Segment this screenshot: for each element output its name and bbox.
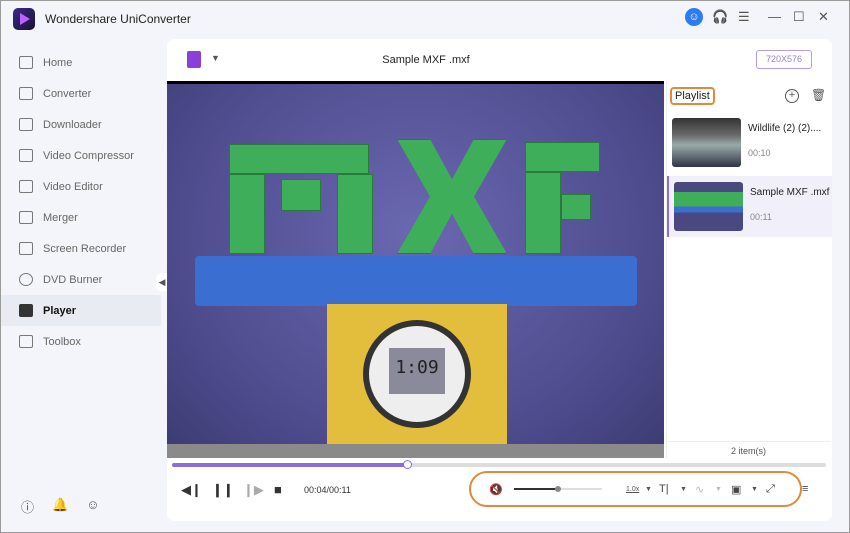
- lego-letter-f: [525, 142, 600, 172]
- sidebar-item-video-compressor[interactable]: Video Compressor: [1, 140, 161, 171]
- playlist-item-name: Wildlife (2) (2)....: [748, 123, 822, 134]
- compress-icon: [19, 149, 33, 162]
- player-icon: [19, 304, 33, 317]
- toolbox-icon: [19, 335, 33, 348]
- lego-letter-m: [229, 174, 265, 254]
- sidebar-item-toolbox[interactable]: Toolbox: [1, 326, 161, 357]
- next-button[interactable]: ❙▶: [243, 482, 264, 498]
- playlist-panel: Playlist + 🗑 Wildlife (2) (2).... 00:10 …: [666, 81, 832, 458]
- previous-button[interactable]: ◀❙: [181, 482, 202, 498]
- title-bar: Wondershare UniConverter ☺ 🎧 ☰ — ☐ ✕: [1, 1, 849, 35]
- app-title: Wondershare UniConverter: [45, 12, 191, 26]
- playlist-item[interactable]: Wildlife (2) (2).... 00:10: [667, 112, 832, 173]
- video-thumbnail: [674, 182, 743, 231]
- home-icon: [19, 56, 33, 69]
- pause-button[interactable]: ❙❙: [212, 482, 234, 498]
- sidebar-item-label: Converter: [43, 87, 92, 100]
- sidebar-item-video-editor[interactable]: Video Editor: [1, 171, 161, 202]
- progress-bar[interactable]: [172, 460, 826, 469]
- sidebar-item-label: DVD Burner: [43, 273, 103, 286]
- disc-icon: [19, 273, 33, 286]
- sidebar-item-label: Home: [43, 56, 73, 69]
- playlist-count: 2 item(s): [666, 441, 831, 456]
- converter-icon: [19, 87, 33, 100]
- playlist-item-duration: 00:11: [750, 212, 772, 222]
- minimize-button[interactable]: —: [768, 9, 781, 24]
- add-to-playlist-icon[interactable]: +: [785, 89, 799, 103]
- volume-fill: [514, 488, 558, 490]
- volume-handle[interactable]: [555, 486, 561, 492]
- feedback-icon[interactable]: ☺: [86, 497, 99, 516]
- sidebar-item-dvd-burner[interactable]: DVD Burner: [1, 264, 161, 295]
- sidebar-item-label: Merger: [43, 211, 78, 224]
- lego-letter-m: [229, 144, 369, 174]
- sidebar-item-screen-recorder[interactable]: Screen Recorder: [1, 233, 161, 264]
- support-icon[interactable]: 🎧: [712, 9, 728, 25]
- sidebar-item-label: Player: [43, 304, 77, 317]
- app-window: Wondershare UniConverter ☺ 🎧 ☰ — ☐ ✕ Hom…: [0, 0, 850, 533]
- progress-fill: [172, 463, 408, 467]
- lego-letter-m: [281, 179, 321, 211]
- screenshot-icon[interactable]: ▣: [731, 483, 741, 496]
- video-thumbnail: [672, 118, 741, 167]
- subtitle-icon[interactable]: T|: [659, 483, 669, 495]
- stop-button[interactable]: ■: [274, 482, 282, 497]
- menu-icon[interactable]: ☰: [738, 9, 750, 25]
- sidebar-footer: ⓘ 🔔 ☺: [21, 497, 99, 516]
- volume-mute-icon[interactable]: 🔇: [489, 483, 503, 496]
- scissors-icon: [19, 180, 33, 193]
- sidebar-item-downloader[interactable]: Downloader: [1, 109, 161, 140]
- video-viewport[interactable]: 1:09: [167, 81, 664, 458]
- lego-letter-x: [397, 139, 507, 254]
- chevron-down-icon[interactable]: ▼: [751, 486, 758, 493]
- clock-display: 1:09: [389, 348, 445, 394]
- video-floor: [167, 444, 664, 458]
- fullscreen-icon[interactable]: ⤢: [766, 483, 775, 496]
- add-file-icon[interactable]: [187, 51, 201, 68]
- app-logo-icon: [13, 8, 35, 30]
- chevron-down-icon[interactable]: ▼: [211, 53, 220, 63]
- chevron-down-icon[interactable]: ▼: [715, 486, 722, 493]
- notification-bell-icon[interactable]: 🔔: [52, 497, 68, 516]
- sidebar: Home Converter Downloader Video Compress…: [1, 47, 161, 357]
- playlist-item-duration: 00:10: [748, 148, 771, 158]
- audio-track-icon[interactable]: ∿: [695, 483, 704, 496]
- chevron-down-icon[interactable]: ▼: [680, 486, 687, 493]
- video-frame: 1:09: [167, 84, 664, 458]
- sidebar-item-player[interactable]: Player: [1, 295, 161, 326]
- merge-icon: [19, 211, 33, 224]
- sidebar-item-label: Downloader: [43, 118, 102, 131]
- clock: 1:09: [363, 320, 471, 428]
- lego-letter-f: [525, 172, 561, 254]
- trash-icon[interactable]: 🗑: [811, 88, 826, 102]
- record-icon: [19, 242, 33, 255]
- playlist-toggle-icon[interactable]: ≡: [802, 483, 808, 495]
- playlist-item-name: Sample MXF .mxf: [750, 187, 830, 198]
- sidebar-item-home[interactable]: Home: [1, 47, 161, 78]
- resolution-badge: 720X576: [756, 50, 812, 69]
- lego-letter-f: [561, 194, 591, 220]
- sidebar-item-label: Toolbox: [43, 335, 81, 348]
- close-button[interactable]: ✕: [818, 9, 829, 25]
- account-icon[interactable]: ☺: [685, 8, 703, 26]
- playlist-title[interactable]: Playlist: [670, 87, 715, 105]
- sidebar-item-converter[interactable]: Converter: [1, 78, 161, 109]
- lego-letter-m: [337, 174, 373, 254]
- sidebar-item-merger[interactable]: Merger: [1, 202, 161, 233]
- download-icon: [19, 118, 33, 131]
- maximize-button[interactable]: ☐: [793, 9, 805, 25]
- lego-base: [195, 256, 637, 306]
- time-display: 00:04/00:11: [304, 485, 351, 495]
- volume-slider[interactable]: [514, 486, 602, 492]
- speed-button[interactable]: 1.0x: [626, 486, 639, 493]
- sidebar-item-label: Video Compressor: [43, 149, 134, 162]
- help-icon[interactable]: ⓘ: [21, 497, 34, 516]
- playlist-item[interactable]: Sample MXF .mxf 00:11: [667, 176, 832, 237]
- sidebar-item-label: Screen Recorder: [43, 242, 127, 255]
- sidebar-item-label: Video Editor: [43, 180, 103, 193]
- chevron-down-icon[interactable]: ▼: [645, 486, 652, 493]
